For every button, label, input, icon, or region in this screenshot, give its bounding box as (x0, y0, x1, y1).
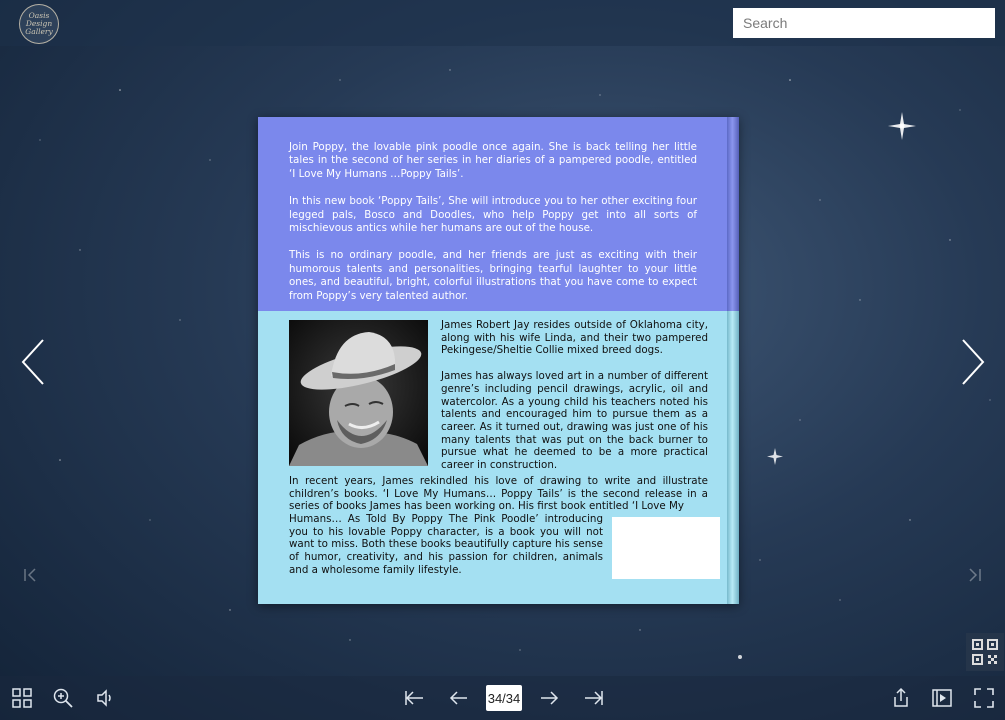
next-page-arrow[interactable] (957, 338, 987, 386)
play-slideshow-icon (932, 689, 952, 707)
book-page[interactable]: Join Poppy, the lovable pink poodle once… (258, 117, 739, 604)
bio-paragraph: In recent years, James rekindled his lov… (289, 475, 708, 513)
previous-page-arrow[interactable] (19, 338, 49, 386)
skip-first-icon (24, 568, 36, 582)
synopsis-panel: Join Poppy, the lovable pink poodle once… (258, 117, 727, 311)
author-panel: James Robert Jay resides outside of Okla… (258, 311, 727, 604)
book-spine-lower (727, 311, 739, 604)
autoplay-button[interactable] (931, 687, 953, 709)
grid-icon (12, 688, 32, 708)
first-page-edge-button[interactable] (22, 566, 40, 584)
sound-toggle-button[interactable] (94, 687, 116, 709)
brand-logo[interactable]: Oasis Design Gallery (19, 4, 59, 44)
share-button[interactable] (890, 687, 912, 709)
arrow-left-icon (449, 691, 467, 705)
blank-image-placeholder (612, 517, 720, 579)
logo-line-3: Gallery (25, 27, 53, 36)
last-page-icon (585, 691, 603, 705)
chevron-right-icon (962, 339, 985, 385)
share-icon (894, 687, 908, 707)
bio-paragraph: James has always loved art in a number o… (441, 370, 708, 472)
bio-paragraph: James Robert Jay resides outside of Okla… (441, 319, 708, 357)
speaker-icon (97, 689, 111, 707)
next-page-button[interactable] (538, 687, 560, 709)
fullscreen-icon (974, 688, 994, 708)
search-input[interactable] (733, 8, 995, 38)
first-page-icon (405, 691, 423, 705)
first-page-button[interactable] (403, 687, 425, 709)
chevron-left-icon (21, 339, 44, 385)
zoom-in-icon (53, 688, 73, 708)
arrow-right-icon (541, 691, 559, 705)
zoom-in-button[interactable] (52, 687, 74, 709)
last-page-edge-button[interactable] (965, 566, 983, 584)
bio-intro: James Robert Jay resides outside of Okla… (441, 319, 708, 485)
qr-code-button[interactable] (966, 633, 1004, 671)
bio-paragraph: Humans… As Told By Poppy The Pink Poodle… (289, 513, 603, 576)
thumbnails-button[interactable] (11, 687, 33, 709)
fullscreen-button[interactable] (973, 687, 995, 709)
skip-last-icon (969, 568, 981, 582)
previous-page-button[interactable] (448, 687, 470, 709)
last-page-button[interactable] (583, 687, 605, 709)
synopsis-paragraph: In this new book ‘Poppy Tails’, She will… (289, 195, 697, 235)
qr-code-icon (972, 639, 998, 665)
synopsis-paragraph: This is no ordinary poodle, and her frie… (289, 249, 697, 302)
page-indicator[interactable]: 34/34 (486, 685, 522, 711)
author-photo (289, 320, 428, 466)
synopsis-paragraph: Join Poppy, the lovable pink poodle once… (289, 141, 697, 180)
